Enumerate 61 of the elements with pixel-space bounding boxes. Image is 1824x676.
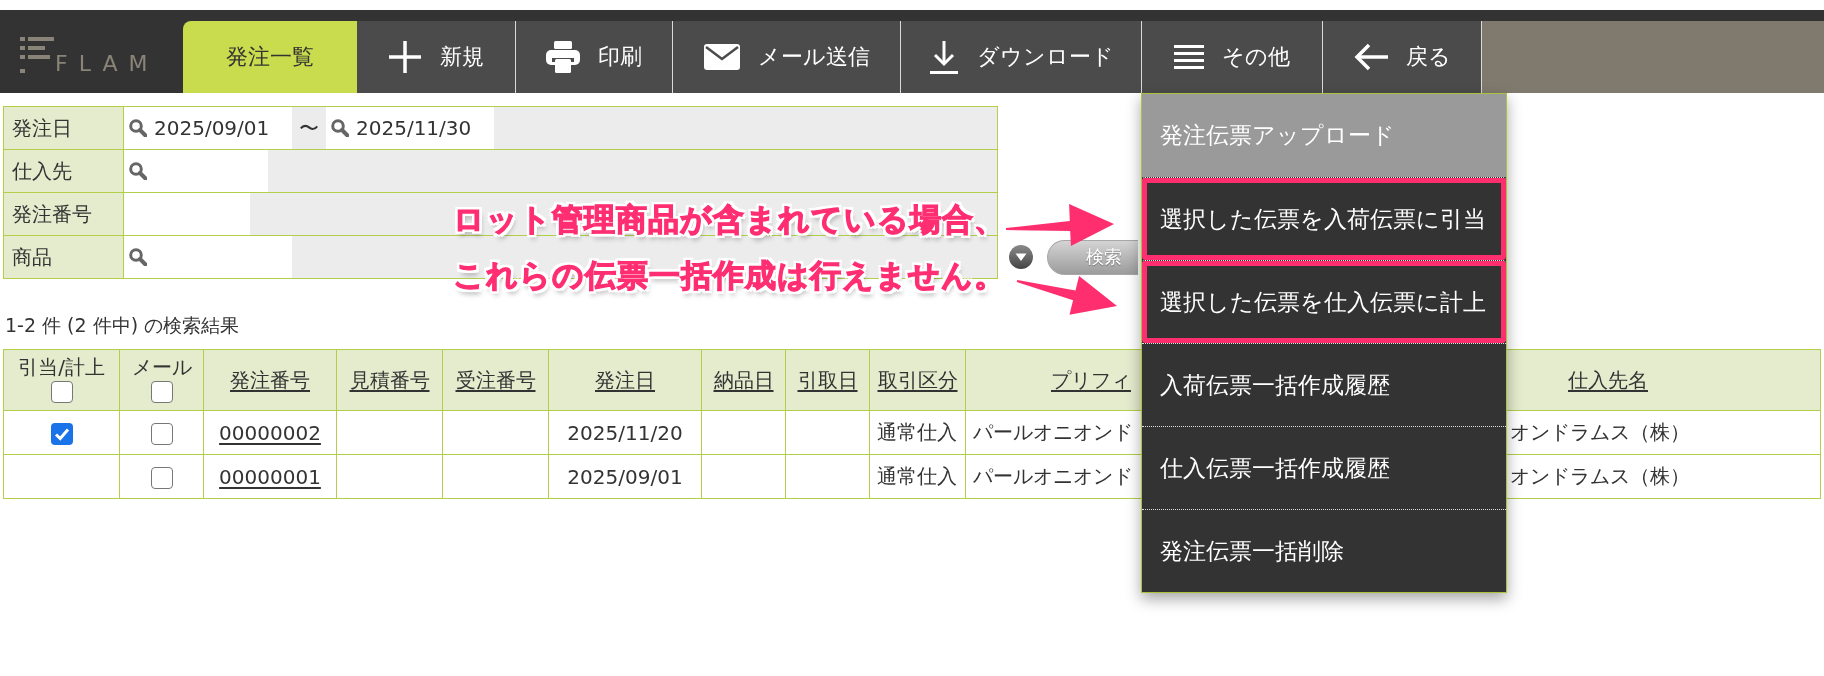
cell-text: オンドラムス（株） xyxy=(1510,420,1690,444)
range-separator: 〜 xyxy=(298,114,320,142)
plus-icon xyxy=(388,40,422,74)
printer-icon xyxy=(546,41,580,73)
search-icon xyxy=(331,119,349,137)
sort-link[interactable]: 仕入先名 xyxy=(1568,367,1648,392)
down-caret-icon[interactable] xyxy=(1009,245,1033,269)
input-field[interactable] xyxy=(124,150,268,192)
menu-item[interactable]: 入荷伝票一括作成履歴 xyxy=(1142,343,1506,426)
field-label: 発注日 xyxy=(4,107,124,149)
menu-item[interactable]: 選択した伝票を入荷伝票に引当 xyxy=(1142,177,1506,260)
toolbar-button[interactable]: 戻る xyxy=(1322,21,1481,93)
search-icon xyxy=(129,162,147,180)
cell-text: 2025/11/20 xyxy=(567,420,683,445)
sort-link[interactable]: 発注日 xyxy=(595,367,655,392)
toolbar-button[interactable]: ダウンロード xyxy=(900,21,1141,93)
menu-item[interactable]: 選択した伝票を仕入伝票に計上 xyxy=(1142,260,1506,343)
input-field[interactable] xyxy=(124,193,250,235)
toolbar-button[interactable]: その他 xyxy=(1141,21,1322,93)
annotation-text: ロット管理商品が含まれている場合、 xyxy=(453,200,1006,238)
sort-link[interactable]: プリフィ xyxy=(1051,367,1131,392)
toolbar-button[interactable]: 新規 xyxy=(357,21,515,93)
download-icon xyxy=(928,40,959,74)
menu-item[interactable]: 発注伝票一括削除 xyxy=(1142,509,1506,592)
cell-text: パールオニオンド xyxy=(973,420,1133,444)
checkbox[interactable] xyxy=(150,381,173,404)
sort-link[interactable]: 引取日 xyxy=(797,367,858,392)
input-field[interactable] xyxy=(124,236,292,278)
checkbox[interactable] xyxy=(150,466,173,489)
checkbox[interactable] xyxy=(50,381,73,404)
page-tab[interactable]: 発注一覧 xyxy=(183,21,357,93)
result-count-text: 1-2 件 (2 件中) の検索結果 xyxy=(5,313,240,337)
checkbox[interactable] xyxy=(50,422,73,445)
toolbar-button[interactable]: 印刷 xyxy=(515,21,672,93)
column-label: メール xyxy=(130,354,193,379)
search-icon xyxy=(129,119,147,137)
field-label: 商品 xyxy=(4,236,124,278)
cell-text: 2025/09/01 xyxy=(567,464,683,489)
cell-text: 通常仕入 xyxy=(877,420,957,444)
cell-text: 通常仕入 xyxy=(877,464,957,488)
toolbar-button[interactable]: メール送信 xyxy=(672,21,900,93)
menu-icon xyxy=(1174,45,1204,69)
sort-link[interactable]: 納品日 xyxy=(713,367,774,392)
cell-text: オンドラムス（株） xyxy=(1510,464,1690,488)
cell-text: パールオニオンド xyxy=(973,464,1133,488)
field-label: 発注番号 xyxy=(4,193,124,235)
envelope-icon xyxy=(703,44,740,70)
checkbox[interactable] xyxy=(150,422,173,445)
column-label: 引当/計上 xyxy=(17,354,106,379)
input-field[interactable]: 2025/11/30 xyxy=(326,107,494,149)
menu-item[interactable]: 仕入伝票一括作成履歴 xyxy=(1142,426,1506,509)
sort-link[interactable]: 発注番号 xyxy=(230,367,310,392)
search-icon xyxy=(129,248,147,266)
field-label: 仕入先 xyxy=(4,150,124,192)
logo-text: FLAM xyxy=(55,55,159,73)
left-arrow-icon xyxy=(1353,43,1388,71)
logo-icon xyxy=(20,37,54,73)
sort-link[interactable]: 受注番号 xyxy=(455,367,536,392)
input-field[interactable]: 2025/09/01 xyxy=(124,107,292,149)
sort-link[interactable]: 取引区分 xyxy=(877,367,958,392)
sort-link[interactable]: 見積番号 xyxy=(349,367,430,392)
